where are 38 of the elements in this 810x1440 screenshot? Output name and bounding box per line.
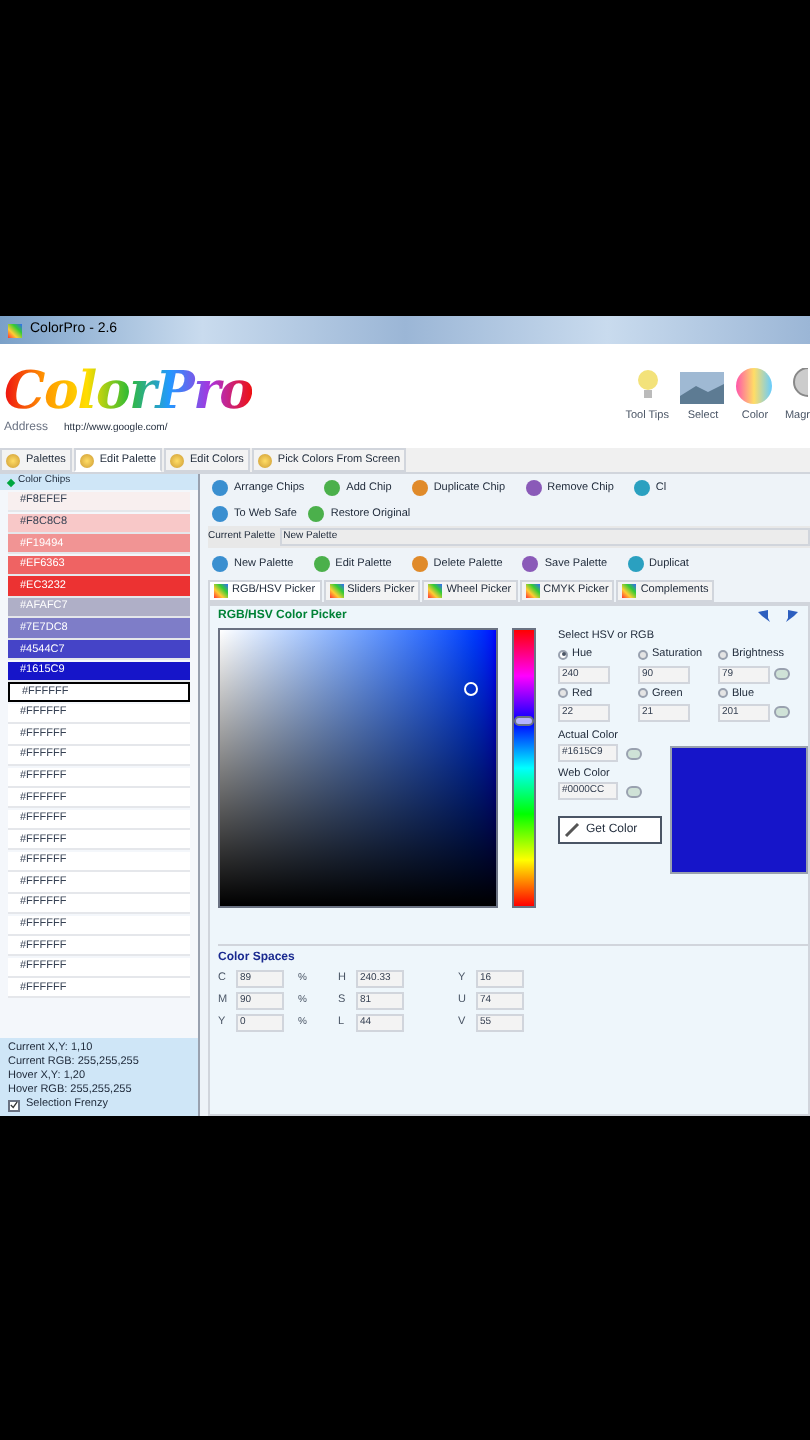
tab-icon bbox=[79, 453, 94, 467]
tab-icon bbox=[525, 584, 540, 598]
tab-icon bbox=[214, 584, 228, 598]
app-icon bbox=[8, 323, 22, 337]
copy-icon[interactable] bbox=[774, 668, 790, 680]
radio-button[interactable] bbox=[558, 688, 568, 699]
round-icon bbox=[525, 480, 542, 496]
round-icon bbox=[411, 556, 428, 572]
round-icon bbox=[313, 556, 330, 572]
color-swatch bbox=[670, 745, 808, 874]
light-bulb-icon bbox=[633, 364, 662, 404]
copy-icon[interactable] bbox=[774, 706, 790, 719]
copy-icon[interactable] bbox=[626, 747, 642, 759]
radio-button[interactable] bbox=[718, 688, 728, 699]
tab-icon bbox=[170, 453, 185, 467]
tab-icon bbox=[257, 453, 272, 467]
round-icon bbox=[633, 480, 650, 496]
round-icon bbox=[212, 556, 228, 572]
tab-icon bbox=[428, 584, 443, 598]
color-wheel-icon bbox=[736, 364, 773, 404]
round-icon bbox=[411, 480, 428, 496]
radio-button[interactable] bbox=[638, 649, 648, 660]
checkbox[interactable] bbox=[8, 1099, 20, 1111]
picker-cursor[interactable] bbox=[464, 682, 478, 696]
tab-icon bbox=[329, 584, 344, 598]
tab-icon bbox=[6, 453, 20, 467]
radio-button[interactable] bbox=[718, 649, 728, 660]
arrows-icon bbox=[756, 608, 800, 624]
radio-button[interactable] bbox=[558, 649, 568, 660]
hue-slider[interactable] bbox=[512, 628, 536, 908]
radio-button[interactable] bbox=[638, 688, 648, 699]
round-icon bbox=[522, 556, 539, 572]
round-icon bbox=[627, 556, 644, 572]
copy-icon[interactable] bbox=[626, 785, 642, 798]
slider-handle[interactable] bbox=[514, 716, 534, 727]
pencil-icon bbox=[564, 822, 580, 839]
tab-icon bbox=[622, 584, 637, 598]
color-field[interactable] bbox=[218, 628, 498, 908]
